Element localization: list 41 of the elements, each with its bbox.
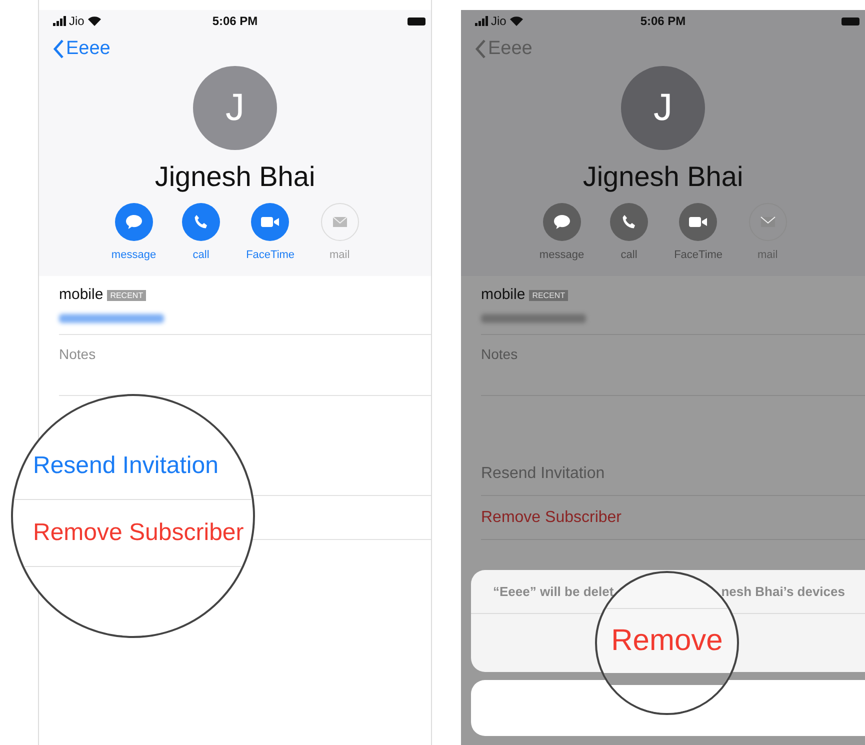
list-action[interactable]: Remove Subscriber — [481, 508, 622, 528]
chevron-left-icon — [53, 39, 64, 59]
battery-icon — [841, 16, 861, 26]
contact-avatar: J — [193, 66, 277, 150]
list-action[interactable]: Remove Subscriber — [33, 518, 244, 548]
signal-icon — [53, 16, 67, 26]
envelope-icon — [332, 216, 348, 228]
recent-badge: RECENT — [107, 290, 146, 301]
contact-action-button[interactable]: FaceTime — [246, 203, 295, 263]
contact-name: Jignesh Bhai — [582, 160, 744, 194]
phone-icon — [193, 214, 210, 230]
recent-badge: RECENT — [529, 290, 568, 301]
carrier-name: Jio — [491, 13, 506, 30]
list-action[interactable]: Resend Invitation — [481, 464, 605, 484]
wifi-icon — [510, 16, 524, 26]
phone-label: mobile — [59, 285, 104, 305]
phone-icon — [621, 214, 638, 230]
back-button[interactable]: Eeee — [475, 34, 532, 64]
notes-label: Notes — [59, 346, 96, 362]
sheet-message: “Eeee” will be delet — [493, 582, 614, 601]
status-time: 5:06 PM — [640, 13, 686, 30]
video-camera-icon — [260, 215, 280, 229]
chevron-left-icon — [475, 39, 486, 59]
speech-bubble-icon — [552, 214, 571, 230]
battery-icon — [407, 16, 427, 26]
envelope-icon — [760, 216, 776, 228]
contact-name: Jignesh Bhai — [154, 160, 316, 194]
video-camera-icon — [688, 215, 708, 229]
contact-avatar: J — [621, 66, 705, 150]
carrier-name: Jio — [69, 13, 84, 30]
signal-icon — [475, 16, 489, 26]
notes-label: Notes — [481, 346, 518, 362]
speech-bubble-icon — [124, 214, 143, 230]
remove-button[interactable]: Remove — [611, 623, 723, 659]
contact-action-button[interactable]: FaceTime — [674, 203, 723, 263]
list-action[interactable]: Resend Invitation — [33, 451, 218, 481]
back-button[interactable]: Eeee — [53, 34, 110, 64]
status-time: 5:06 PM — [212, 13, 258, 30]
wifi-icon — [88, 16, 102, 26]
sheet-message: nesh Bhai’s devices — [721, 582, 845, 601]
phone-label: mobile — [481, 285, 526, 305]
